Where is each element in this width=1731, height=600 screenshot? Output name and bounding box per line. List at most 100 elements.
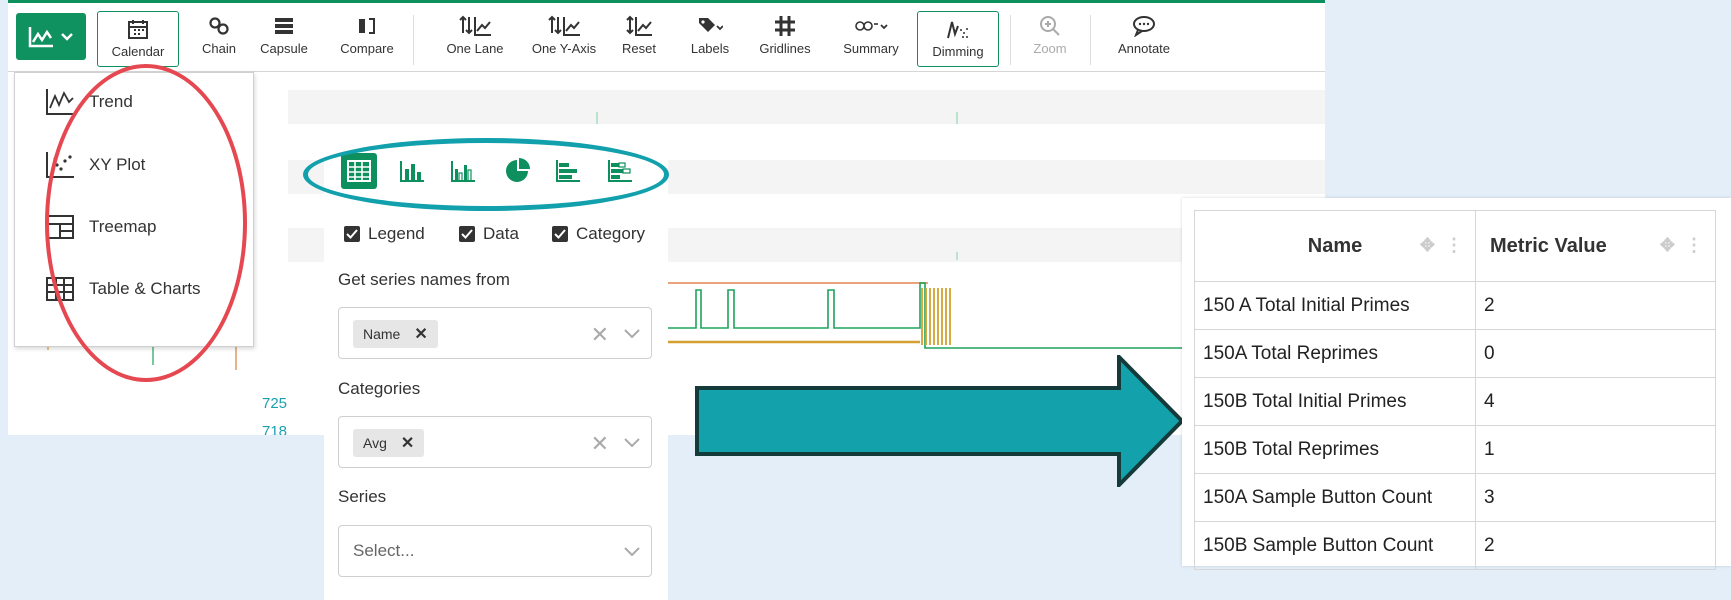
checkbox-checked-icon [552, 226, 568, 242]
categories-label: Categories [338, 379, 421, 398]
reset-button[interactable]: Reset [614, 11, 664, 67]
toolbar-divider [413, 15, 414, 65]
one-lane-icon [458, 11, 492, 41]
capsule-label: Capsule [260, 41, 308, 56]
value-cell: 1 [1475, 425, 1716, 474]
calendar-icon [127, 14, 149, 44]
view-selector-button[interactable] [16, 13, 86, 60]
callout-arrow [695, 355, 1185, 487]
calendar-button[interactable]: Calendar [97, 11, 179, 67]
table-row: 150B Total Initial Primes 4 [1194, 377, 1716, 426]
capsule-button[interactable]: Capsule [255, 11, 313, 67]
annotate-label: Annotate [1117, 41, 1171, 56]
table-row: 150 A Total Initial Primes 2 [1194, 281, 1716, 330]
category-checkbox[interactable]: Category [552, 224, 645, 244]
clear-icon[interactable]: ✕ [591, 431, 609, 457]
move-icon[interactable]: ✥ [1420, 235, 1435, 256]
chart-type-highlight-circle [303, 138, 669, 211]
chain-icon [208, 11, 230, 41]
toolbar: Calendar Chain Capsule Compare One Lane … [8, 0, 1325, 72]
series-select[interactable]: Select... [338, 525, 652, 577]
category-label: Category [576, 224, 645, 243]
remove-tag-icon[interactable]: ✕ [414, 324, 427, 344]
compare-icon [356, 11, 378, 41]
table-row: 150A Total Reprimes 0 [1194, 329, 1716, 378]
annotate-button[interactable]: Annotate [1108, 11, 1180, 67]
gridlines-label: Gridlines [759, 41, 811, 56]
one-lane-button[interactable]: One Lane [440, 11, 510, 67]
toolbar-divider [1090, 15, 1091, 65]
summary-label: Summary [843, 41, 899, 56]
value-cell: 0 [1475, 329, 1716, 378]
legend-label: Legend [368, 224, 425, 243]
one-y-axis-icon [547, 11, 581, 41]
tag-icon [697, 11, 723, 41]
chevron-down-icon[interactable] [621, 540, 643, 562]
tag-label: Name [363, 326, 401, 342]
selected-tag: Name ✕ [353, 320, 438, 348]
series-names-select[interactable]: Name ✕ ✕ [338, 307, 652, 359]
dimming-button[interactable]: Dimming [917, 11, 999, 67]
value-cell: 4 [1475, 377, 1716, 426]
zoom-icon [1039, 11, 1061, 41]
chain-label: Chain [202, 41, 236, 56]
summary-icon [854, 11, 888, 41]
name-cell: 150A Total Reprimes [1194, 329, 1476, 378]
dimming-icon [945, 14, 971, 44]
column-header-name[interactable]: Name ✥ ⋮ [1194, 210, 1476, 282]
checkbox-checked-icon [459, 226, 475, 242]
value-cell: 2 [1475, 521, 1716, 570]
metrics-table-card: Name ✥ ⋮ Metric Value ✥ ⋮ 150 A Total In… [1182, 198, 1731, 570]
data-label: Data [483, 224, 519, 243]
name-cell: 150B Total Reprimes [1194, 425, 1476, 474]
labels-label: Labels [690, 41, 730, 56]
summary-button[interactable]: Summary [836, 11, 906, 67]
chain-button[interactable]: Chain [194, 11, 244, 67]
name-cell: 150B Sample Button Count [1194, 521, 1476, 570]
compare-button[interactable]: Compare [335, 11, 399, 67]
dimming-label: Dimming [932, 44, 984, 59]
legend-checkbox[interactable]: Legend [344, 224, 425, 244]
name-cell: 150B Total Initial Primes [1194, 377, 1476, 426]
value-cell: 3 [1475, 473, 1716, 522]
column-header-metric-value[interactable]: Metric Value ✥ ⋮ [1475, 210, 1716, 282]
categories-select[interactable]: Avg ✕ ✕ [338, 416, 652, 468]
data-checkbox[interactable]: Data [459, 224, 519, 244]
checkbox-checked-icon [344, 226, 360, 242]
remove-tag-icon[interactable]: ✕ [401, 433, 414, 453]
chevron-down-icon [61, 32, 73, 41]
move-icon[interactable]: ✥ [1660, 235, 1675, 256]
axis-tick-label: 718 [262, 423, 288, 435]
table-row: 150A Sample Button Count 3 [1194, 473, 1716, 522]
metrics-table: Name ✥ ⋮ Metric Value ✥ ⋮ 150 A Total In… [1194, 210, 1716, 570]
series-label: Series [338, 487, 387, 506]
name-cell: 150A Sample Button Count [1194, 473, 1476, 522]
column-menu-icon[interactable]: ⋮ [1685, 235, 1703, 256]
series-names-label: Get series names from [338, 270, 510, 289]
one-y-axis-button[interactable]: One Y-Axis [526, 11, 602, 67]
table-row: 150B Total Reprimes 1 [1194, 425, 1716, 474]
axis-tick-label: 725 [262, 395, 288, 412]
compare-label: Compare [340, 41, 394, 56]
clear-icon[interactable]: ✕ [591, 322, 609, 348]
line-chart-icon [28, 26, 53, 47]
chevron-down-icon[interactable] [621, 431, 643, 453]
reset-icon [625, 11, 653, 41]
value-cell: 2 [1475, 281, 1716, 330]
column-header-label: Metric Value [1490, 234, 1607, 257]
column-header-label: Name [1307, 234, 1363, 257]
zoom-label: Zoom [1033, 41, 1067, 56]
column-menu-icon[interactable]: ⋮ [1445, 235, 1463, 256]
labels-button[interactable]: Labels [684, 11, 736, 67]
menu-highlight-circle [45, 64, 247, 382]
comment-icon [1132, 11, 1156, 41]
trend-icon [46, 89, 74, 115]
calendar-label: Calendar [111, 44, 165, 59]
series-placeholder: Select... [353, 541, 415, 560]
zoom-button[interactable]: Zoom [1024, 11, 1076, 67]
selected-tag: Avg ✕ [353, 429, 425, 457]
grid-icon [774, 11, 796, 41]
chevron-down-icon[interactable] [621, 322, 643, 344]
gridlines-button[interactable]: Gridlines [750, 11, 820, 67]
one-y-axis-label: One Y-Axis [531, 41, 597, 56]
